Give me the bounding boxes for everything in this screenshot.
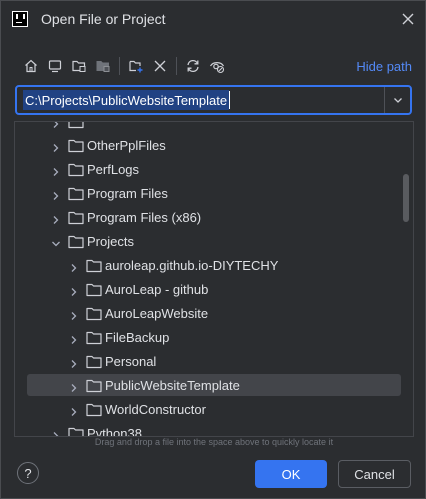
cancel-button[interactable]: Cancel xyxy=(338,460,411,488)
path-selection-highlight xyxy=(23,90,230,110)
home-icon[interactable] xyxy=(19,55,43,77)
chevron-right-icon[interactable] xyxy=(51,165,61,176)
chevron-right-icon[interactable] xyxy=(51,141,61,152)
show-hidden-icon[interactable] xyxy=(205,55,229,77)
tree-row-label: Program Files xyxy=(87,186,168,201)
folder-icon xyxy=(68,122,84,129)
folder-icon xyxy=(86,283,102,297)
chevron-right-icon[interactable] xyxy=(69,285,79,296)
folder-icon xyxy=(86,331,102,345)
open-file-dialog: Open File or Project Hide path C:\Projec… xyxy=(0,0,426,499)
chevron-right-icon[interactable] xyxy=(69,405,79,416)
tree-row-label: AuroLeapWebsite xyxy=(105,306,209,321)
drag-drop-hint: Drag and drop a file into the space abov… xyxy=(94,437,334,447)
chevron-down-icon[interactable] xyxy=(51,237,61,247)
toolbar xyxy=(19,55,229,77)
path-history-dropdown[interactable] xyxy=(385,87,410,113)
tree-row-label: FileBackup xyxy=(105,330,170,345)
tree-row[interactable]: Python38 xyxy=(15,422,413,437)
tree-row-label: Personal xyxy=(105,354,157,369)
toolbar-separator xyxy=(119,57,120,75)
tree-row[interactable]: Program Files xyxy=(15,182,413,206)
intellij-app-icon xyxy=(12,11,28,27)
text-caret xyxy=(229,91,231,109)
module-folder-icon[interactable] xyxy=(91,55,115,77)
tree-row-label: AuroLeap - github xyxy=(105,282,209,297)
folder-icon xyxy=(86,307,102,321)
tree-row-label: WorldConstructor xyxy=(105,402,206,417)
path-input-container: C:\Projects\PublicWebsiteTemplate xyxy=(15,85,412,115)
tree-row[interactable]: Projects xyxy=(15,230,413,254)
tree-row[interactable]: OtherPplFiles xyxy=(15,134,413,158)
chevron-right-icon[interactable] xyxy=(51,429,61,436)
tree-row[interactable]: AuroLeap - github xyxy=(15,278,413,302)
folder-icon xyxy=(68,427,84,436)
chevron-right-icon[interactable] xyxy=(69,357,79,368)
desktop-icon[interactable] xyxy=(43,55,67,77)
folder-icon xyxy=(68,235,84,249)
folder-icon xyxy=(68,163,84,177)
folder-icon xyxy=(86,259,102,273)
chevron-right-icon[interactable] xyxy=(51,189,61,200)
chevron-right-icon[interactable] xyxy=(51,122,61,128)
project-folder-icon[interactable] xyxy=(67,55,91,77)
close-icon[interactable] xyxy=(401,12,415,26)
tree-row-label: PerfLogs xyxy=(87,162,140,177)
ok-button[interactable]: OK xyxy=(255,460,327,488)
folder-icon xyxy=(86,355,102,369)
delete-icon[interactable] xyxy=(148,55,172,77)
tree-row-label: auroleap.github.io-DIYTECHY xyxy=(105,258,279,273)
tree-row[interactable]: FileBackup xyxy=(15,326,413,350)
tree-row-label: Program Files (x86) xyxy=(87,210,202,225)
help-button[interactable]: ? xyxy=(17,462,39,484)
chevron-right-icon[interactable] xyxy=(69,333,79,344)
new-folder-icon[interactable] xyxy=(124,55,148,77)
tree-row[interactable]: auroleap.github.io-DIYTECHY xyxy=(15,254,413,278)
tree-row-label: Projects xyxy=(87,234,134,249)
toolbar-separator xyxy=(176,57,177,75)
tree-row-label: OtherPplFiles xyxy=(87,138,166,153)
tree-row[interactable] xyxy=(15,122,413,134)
tree-row[interactable]: Program Files (x86) xyxy=(15,206,413,230)
tree-row[interactable]: WorldConstructor xyxy=(15,398,413,422)
chevron-right-icon[interactable] xyxy=(69,261,79,272)
title-bar: Open File or Project xyxy=(1,1,425,39)
tree-row[interactable]: AuroLeapWebsite xyxy=(15,302,413,326)
tree-row-label: PublicWebsiteTemplate xyxy=(105,378,240,393)
chevron-right-icon[interactable] xyxy=(51,213,61,224)
folder-icon xyxy=(86,403,102,417)
refresh-icon[interactable] xyxy=(181,55,205,77)
path-input[interactable]: C:\Projects\PublicWebsiteTemplate xyxy=(25,93,227,108)
folder-icon xyxy=(86,379,102,393)
tree-scrollbar[interactable] xyxy=(403,174,409,222)
hide-path-link[interactable]: Hide path xyxy=(356,59,412,74)
dialog-title: Open File or Project xyxy=(41,11,166,27)
chevron-down-icon xyxy=(393,98,402,103)
folder-icon xyxy=(68,187,84,201)
tree-row[interactable]: PublicWebsiteTemplate xyxy=(15,374,413,398)
file-tree[interactable]: Python38 WorldConstructor PublicWebsiteTem… xyxy=(14,121,414,437)
chevron-right-icon[interactable] xyxy=(69,381,79,392)
tree-row[interactable]: PerfLogs xyxy=(15,158,413,182)
folder-icon xyxy=(68,139,84,153)
tree-row-label: Python38 xyxy=(87,426,142,437)
tree-row[interactable]: Personal xyxy=(15,350,413,374)
folder-icon xyxy=(68,211,84,225)
chevron-right-icon[interactable] xyxy=(69,309,79,320)
